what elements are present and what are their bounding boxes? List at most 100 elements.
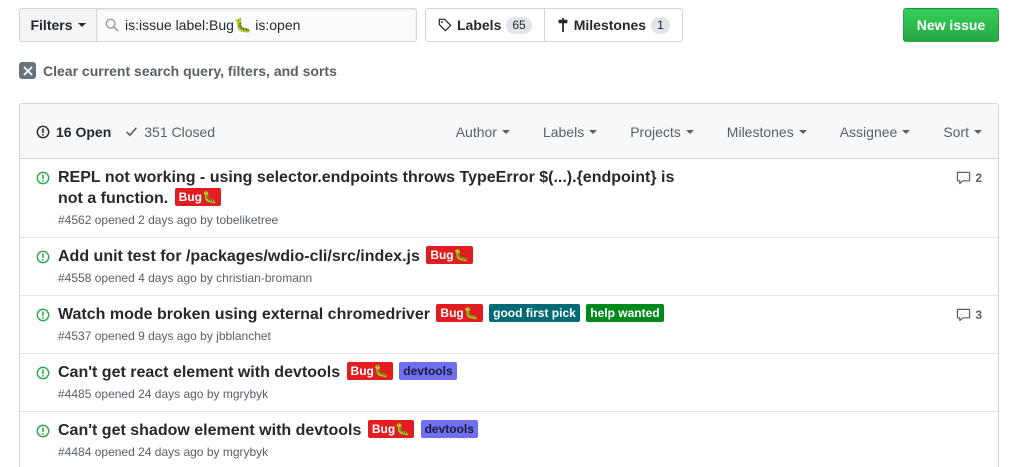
chevron-down-icon: [902, 129, 911, 134]
labels-count: 65: [506, 16, 532, 34]
issue-opened-icon: [36, 171, 50, 188]
issue-meta: #4537 opened 9 days ago by jbblanchet: [58, 328, 982, 344]
issues-list: 16 Open 351 Closed Author Labels Project…: [19, 103, 999, 467]
sort-filter-label: Sort: [943, 123, 969, 140]
issue-author-link[interactable]: tobeliketree: [216, 213, 278, 227]
check-icon: [126, 127, 138, 137]
milestone-icon: [558, 18, 568, 32]
comment-icon: [957, 308, 971, 322]
issue-title-link[interactable]: Can't get react element with devtools: [58, 364, 340, 381]
issue-title-wrap: Can't get shadow element with devtools B…: [58, 420, 698, 441]
issue-number: #4485: [58, 387, 92, 401]
issue-opened-text: opened 9 days ago by: [94, 329, 213, 343]
issue-title-wrap: Can't get react element with devtools Bu…: [58, 362, 698, 383]
issue-row: Add unit test for /packages/wdio-cli/src…: [20, 238, 998, 296]
clear-query-link[interactable]: Clear current search query, filters, and…: [19, 62, 337, 79]
label-devtools[interactable]: devtools: [399, 362, 457, 380]
search-icon: [105, 18, 119, 32]
label-bug[interactable]: Bug🐛: [436, 304, 483, 322]
chevron-down-icon: [77, 23, 86, 27]
milestones-link-label: Milestones: [573, 17, 647, 33]
open-issues-filter[interactable]: 16 Open: [36, 124, 111, 140]
issue-row: Can't get react element with devtools Bu…: [20, 354, 998, 412]
issue-row: Watch mode broken using external chromed…: [20, 296, 998, 354]
comments-link[interactable]: 2: [956, 171, 982, 185]
chevron-down-icon: [589, 129, 598, 134]
author-filter-label: Author: [455, 123, 497, 140]
issue-title-wrap: Add unit test for /packages/wdio-cli/src…: [58, 246, 698, 267]
search-input[interactable]: [125, 17, 405, 33]
new-issue-button[interactable]: New issue: [903, 8, 999, 42]
milestones-filter[interactable]: Milestones: [727, 124, 807, 140]
issue-opened-icon: [36, 250, 50, 267]
issue-author-link[interactable]: mgrybyk: [223, 445, 268, 459]
comments-count: 2: [975, 171, 982, 185]
projects-filter-label: Projects: [630, 123, 681, 140]
issue-number: #4562: [58, 213, 92, 227]
comment-icon: [957, 171, 971, 185]
author-filter[interactable]: Author: [456, 124, 510, 140]
issue-meta: #4558 opened 4 days ago by christian-bro…: [58, 270, 982, 286]
labels-milestones-nav: Labels 65 Milestones 1: [425, 8, 683, 42]
issue-title-wrap: Watch mode broken using external chromed…: [58, 304, 698, 325]
search-field[interactable]: [96, 8, 417, 42]
milestones-filter-label: Milestones: [726, 123, 794, 140]
chevron-down-icon: [798, 129, 807, 134]
closed-issues-filter[interactable]: 351 Closed: [125, 124, 215, 140]
closed-count-label: 351 Closed: [144, 123, 216, 140]
labels-filter[interactable]: Labels: [542, 123, 598, 140]
label-bug[interactable]: Bug🐛: [174, 188, 221, 206]
sort-filter[interactable]: Sort: [943, 124, 982, 140]
labels-filter-label: Labels: [542, 123, 585, 140]
label-good-first-pick[interactable]: good first pick: [489, 304, 580, 322]
clear-query-label: Clear current search query, filters, and…: [43, 62, 337, 79]
labels-link-label: Labels: [457, 17, 502, 33]
label-bug[interactable]: Bug🐛: [426, 246, 473, 264]
filters-button[interactable]: Filters: [19, 8, 97, 42]
milestones-count: 1: [651, 16, 670, 34]
comments-link[interactable]: 3: [956, 308, 982, 322]
issue-opened-text: opened 24 days ago by: [94, 387, 220, 401]
issue-opened-text: opened 2 days ago by: [94, 213, 213, 227]
issue-author-link[interactable]: mgrybyk: [223, 387, 268, 401]
assignee-filter[interactable]: Assignee: [840, 124, 911, 140]
issue-number: #4484: [58, 445, 92, 459]
issue-row: Can't get shadow element with devtools B…: [20, 412, 998, 467]
comments-count: 3: [975, 308, 982, 322]
issue-number: #4537: [58, 329, 92, 343]
projects-filter[interactable]: Projects: [630, 124, 694, 140]
assignee-filter-label: Assignee: [839, 123, 898, 140]
issue-opened-icon: [36, 424, 50, 441]
labels-link[interactable]: Labels 65: [426, 9, 544, 41]
issue-number: #4558: [58, 271, 92, 285]
issues-list-header: 16 Open 351 Closed Author Labels Project…: [20, 104, 998, 159]
header-filter-menus: Author Labels Projects Milestones Assign…: [423, 104, 982, 159]
issue-title-link[interactable]: Add unit test for /packages/wdio-cli/src…: [58, 248, 420, 265]
milestones-link[interactable]: Milestones 1: [543, 9, 682, 41]
issues-toolbar: Filters Labels 65 Milestones 1 New issue: [19, 8, 1000, 42]
state-toggle: 16 Open 351 Closed: [36, 104, 215, 159]
label-bug[interactable]: Bug🐛: [367, 420, 415, 438]
issue-opened-text: opened 4 days ago by: [94, 271, 213, 285]
label-bug[interactable]: Bug🐛: [346, 362, 393, 380]
issue-opened-icon: [36, 308, 50, 325]
issue-opened-icon: [36, 125, 50, 138]
issue-meta: #4562 opened 2 days ago by tobeliketree: [58, 212, 982, 228]
label-devtools[interactable]: devtools: [420, 420, 478, 438]
issue-opened-text: opened 24 days ago by: [94, 445, 220, 459]
chevron-down-icon: [974, 129, 982, 134]
label-help-wanted[interactable]: help wanted: [586, 304, 664, 322]
issue-title-wrap: REPL not working - using selector.endpoi…: [58, 167, 698, 209]
tag-icon: [438, 18, 452, 32]
chevron-down-icon: [685, 129, 694, 134]
issue-author-link[interactable]: jbblanchet: [216, 329, 271, 343]
issue-title-link[interactable]: REPL not working - using selector.endpoi…: [58, 169, 674, 207]
close-icon: [19, 62, 36, 79]
chevron-down-icon: [501, 129, 510, 134]
open-count-label: 16 Open: [56, 123, 112, 140]
issue-title-link[interactable]: Watch mode broken using external chromed…: [58, 306, 430, 323]
issue-author-link[interactable]: christian-bromann: [216, 271, 312, 285]
issue-meta: #4484 opened 24 days ago by mgrybyk: [58, 444, 982, 460]
issue-title-link[interactable]: Can't get shadow element with devtools: [58, 422, 361, 439]
issue-row: REPL not working - using selector.endpoi…: [20, 159, 998, 238]
